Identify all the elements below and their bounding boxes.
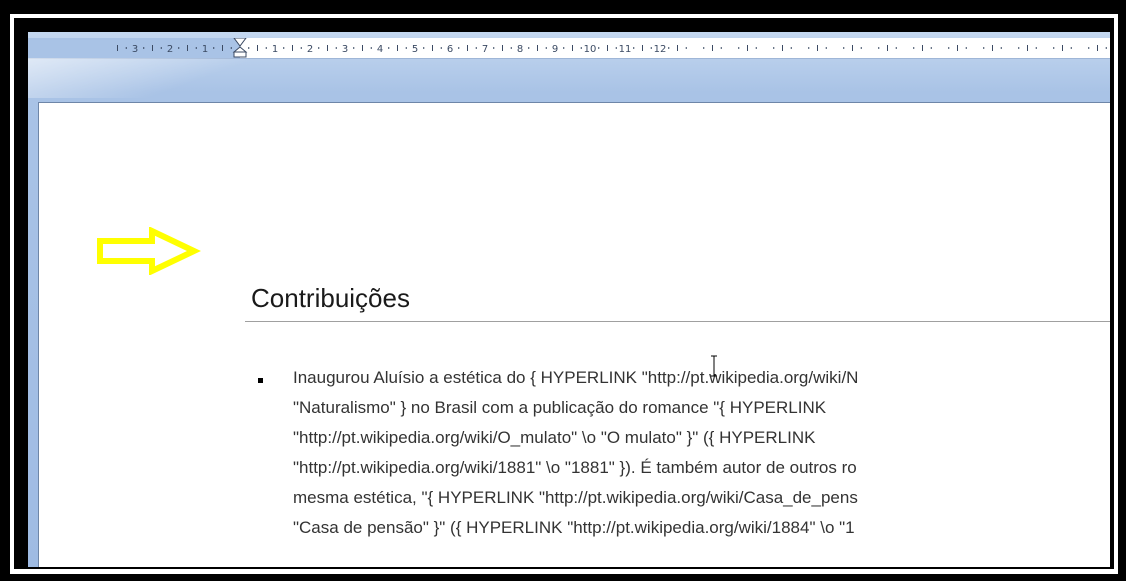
section-heading: Contribuições xyxy=(251,283,410,313)
horizontal-ruler[interactable]: 3 2 1 1 2 3 4 5 6 7 8 9 10 11 12 xyxy=(28,38,1110,59)
text-cursor-icon xyxy=(711,355,717,377)
paragraph-line: "Naturalismo" } no Brasil com a publicaç… xyxy=(293,398,827,417)
ruler-label: 9 xyxy=(552,44,558,55)
paragraph-text[interactable]: Inaugurou Aluísio a estética do { HYPERL… xyxy=(293,363,1110,543)
ruler-label: 7 xyxy=(482,44,488,55)
indent-marker[interactable] xyxy=(232,38,248,58)
document-page[interactable]: Contribuições Inaugurou Aluísio a estéti… xyxy=(38,102,1110,567)
ruler-label: 5 xyxy=(412,44,418,55)
bullet-icon xyxy=(258,378,263,383)
ruler-label: 3 xyxy=(342,44,348,55)
paragraph-line: "http://pt.wikipedia.org/wiki/O_mulato" … xyxy=(293,428,816,447)
ruler-scale: 3 2 1 1 2 3 4 5 6 7 8 9 10 11 12 xyxy=(117,44,1107,55)
ruler-label: 1 xyxy=(272,44,278,55)
paragraph-line: "http://pt.wikipedia.org/wiki/1881" \o "… xyxy=(293,458,857,477)
ruler-label: 11 xyxy=(619,44,632,55)
paragraph-line: mesma estética, "{ HYPERLINK "http://pt.… xyxy=(293,488,858,507)
paragraph-line: Inaugurou Aluísio a estética do { HYPERL… xyxy=(293,368,859,387)
ruler-label: 4 xyxy=(377,44,383,55)
word-document-viewport: 3 2 1 1 2 3 4 5 6 7 8 9 10 11 12 Contribuições Inaugur… xyxy=(28,32,1110,567)
yellow-arrow-icon xyxy=(97,227,201,275)
ruler-label: 10 xyxy=(584,44,597,55)
ruler-label: 6 xyxy=(447,44,453,55)
ruler-label: 2 xyxy=(307,44,313,55)
ruler-label: 8 xyxy=(517,44,523,55)
ruler-label: 3 xyxy=(132,44,138,55)
heading-underline xyxy=(245,321,1110,322)
ruler-highlight xyxy=(28,58,248,98)
ruler-label: 2 xyxy=(167,44,173,55)
ruler-label: 12 xyxy=(654,44,667,55)
ruler-label: 1 xyxy=(202,44,208,55)
paragraph-line: "Casa de pensão" }" ({ HYPERLINK "http:/… xyxy=(293,518,855,537)
